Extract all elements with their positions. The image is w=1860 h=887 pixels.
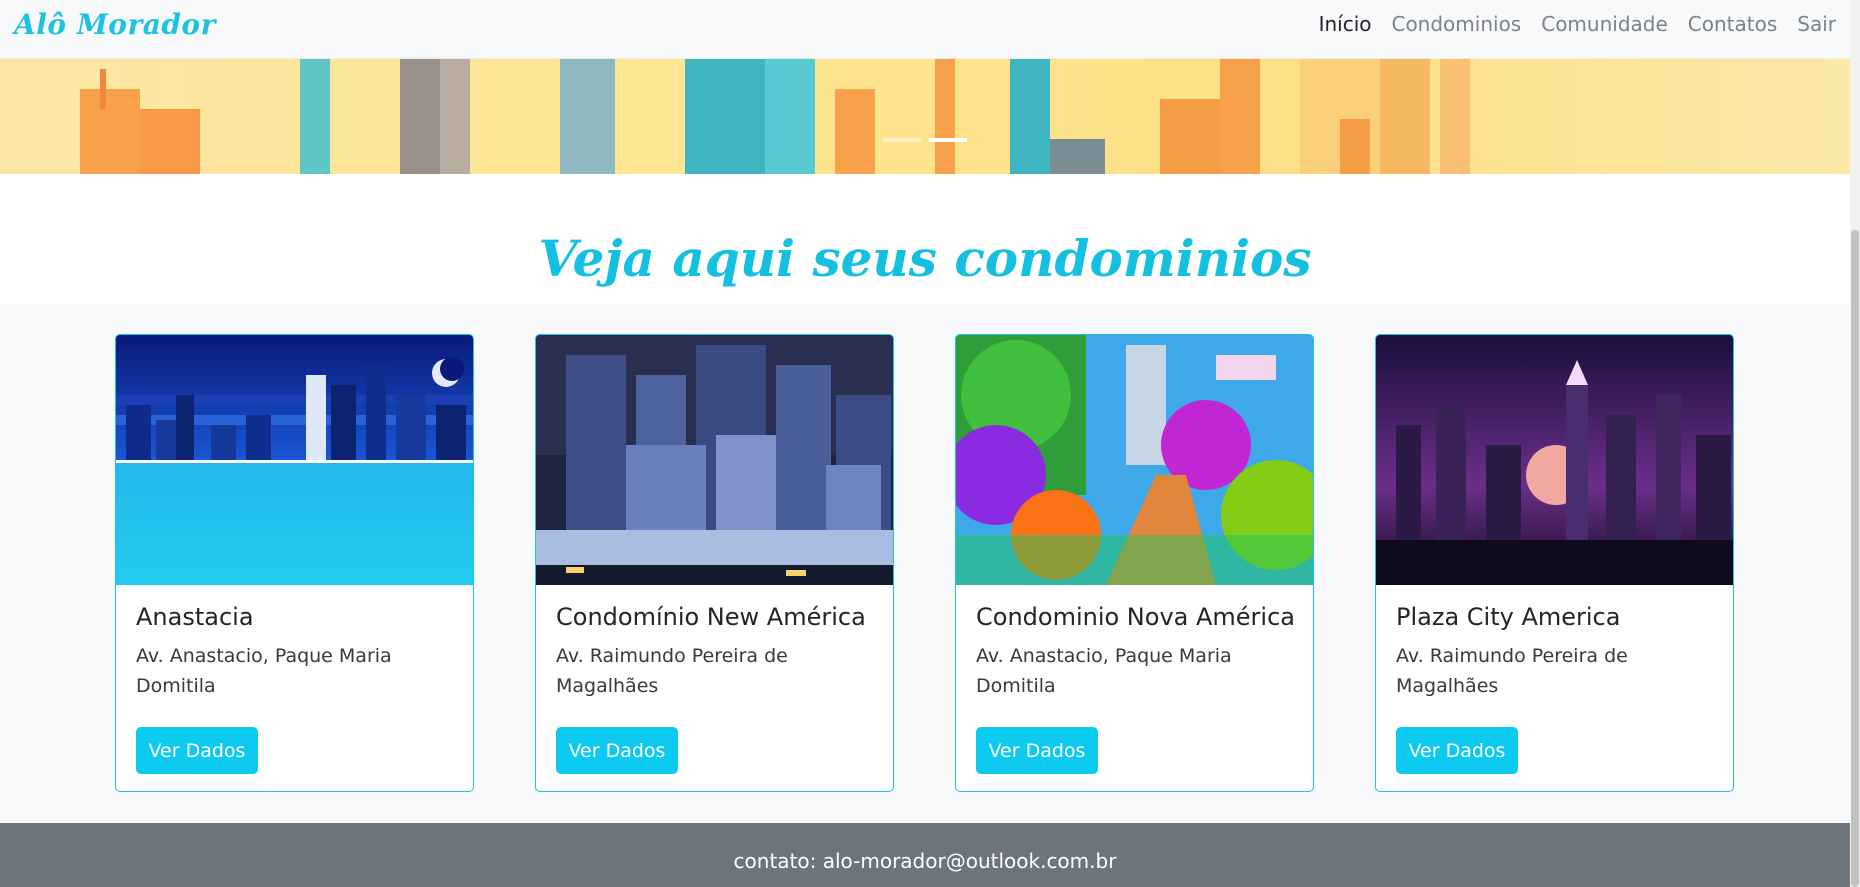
card-condominio-nova-america: Condominio Nova América Av. Anastacio, P… bbox=[955, 334, 1314, 792]
nav-link-sair[interactable]: Sair bbox=[1797, 12, 1836, 36]
ver-dados-button[interactable]: Ver Dados bbox=[1396, 727, 1518, 774]
card-title: Anastacia bbox=[136, 603, 254, 631]
pixel-blue-city-image bbox=[536, 335, 893, 585]
pixel-purple-skyline-image bbox=[1376, 335, 1733, 585]
nav-link-contatos[interactable]: Contatos bbox=[1688, 12, 1777, 36]
ver-dados-button[interactable]: Ver Dados bbox=[136, 727, 258, 774]
card-title: Condominio Nova América bbox=[976, 603, 1295, 631]
card-address: Av. Anastacio, Paque Maria Domitila bbox=[976, 645, 1232, 697]
card-plaza-city-america: Plaza City America Av. Raimundo Pereira … bbox=[1375, 334, 1734, 792]
brand-logo[interactable]: Alô Morador bbox=[14, 8, 216, 41]
card-title: Plaza City America bbox=[1396, 603, 1621, 631]
pixel-night-city-image bbox=[116, 335, 473, 585]
cards-section: Anastacia Av. Anastacio, Paque Maria Dom… bbox=[0, 304, 1850, 824]
ver-dados-button[interactable]: Ver Dados bbox=[976, 727, 1098, 774]
hero-city-illustration bbox=[80, 59, 1470, 174]
card-anastacia: Anastacia Av. Anastacio, Paque Maria Dom… bbox=[115, 334, 474, 792]
navbar: Alô Morador Início Condominios Comunidad… bbox=[0, 0, 1850, 59]
carousel-indicator[interactable] bbox=[883, 138, 921, 142]
footer-contact: contato: alo-morador@outlook.com.br bbox=[733, 849, 1117, 873]
ver-dados-button[interactable]: Ver Dados bbox=[556, 727, 678, 774]
card-body: Plaza City America Av. Raimundo Pereira … bbox=[1396, 603, 1715, 701]
card-image bbox=[536, 335, 893, 585]
nav-links: Início Condominios Comunidade Contatos S… bbox=[1319, 12, 1836, 36]
hero-carousel bbox=[0, 59, 1850, 174]
card-body: Condominio Nova América Av. Anastacio, P… bbox=[976, 603, 1295, 701]
footer: contato: alo-morador@outlook.com.br bbox=[0, 823, 1850, 887]
card-address: Av. Raimundo Pereira de Magalhães bbox=[1396, 645, 1628, 697]
nav-link-inicio[interactable]: Início bbox=[1319, 12, 1372, 36]
carousel-indicator-active[interactable] bbox=[929, 138, 967, 142]
card-title: Condomínio New América bbox=[556, 603, 866, 631]
section-title: Veja aqui seus condominios bbox=[538, 229, 1312, 288]
card-image bbox=[1376, 335, 1733, 585]
scrollbar-thumb[interactable] bbox=[1851, 230, 1859, 887]
card-address: Av. Raimundo Pereira de Magalhães bbox=[556, 645, 788, 697]
card-address: Av. Anastacio, Paque Maria Domitila bbox=[136, 645, 392, 697]
card-body: Anastacia Av. Anastacio, Paque Maria Dom… bbox=[136, 603, 455, 701]
nav-link-condominios[interactable]: Condominios bbox=[1391, 12, 1521, 36]
nav-link-comunidade[interactable]: Comunidade bbox=[1541, 12, 1668, 36]
card-image bbox=[116, 335, 473, 585]
page-scrollbar[interactable] bbox=[1850, 0, 1860, 887]
carousel-indicators bbox=[0, 138, 1850, 142]
section-heading: Veja aqui seus condominios bbox=[0, 174, 1850, 304]
card-body: Condomínio New América Av. Raimundo Pere… bbox=[556, 603, 875, 701]
pixel-garden-image bbox=[956, 335, 1313, 585]
card-condominio-new-america: Condomínio New América Av. Raimundo Pere… bbox=[535, 334, 894, 792]
card-image bbox=[956, 335, 1313, 585]
